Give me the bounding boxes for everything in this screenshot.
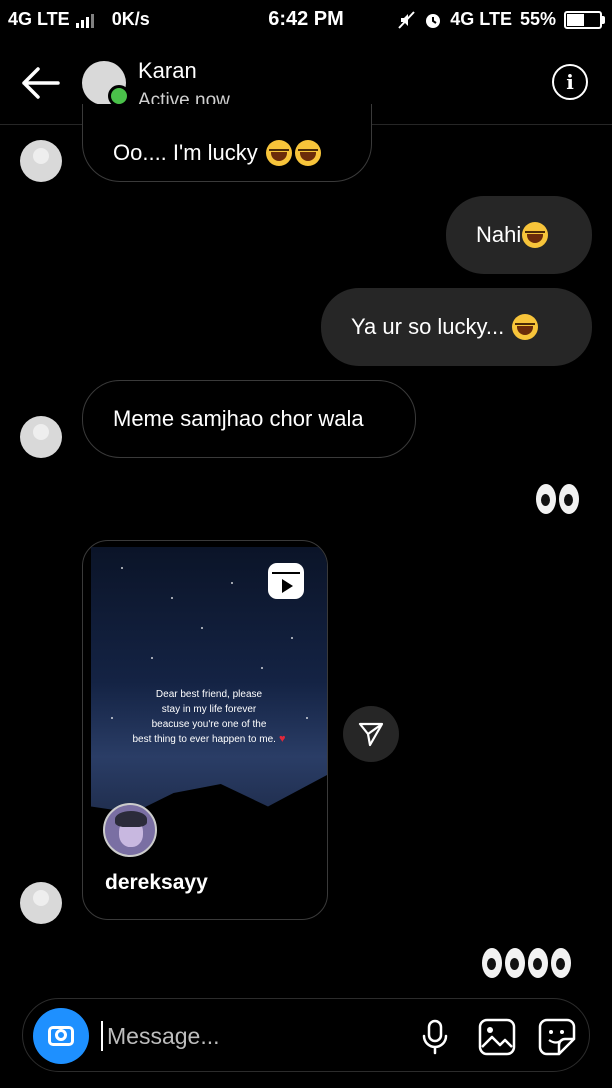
message-input[interactable] xyxy=(105,1017,369,1055)
reel-caption-line: stay in my life forever xyxy=(161,704,257,715)
reel-icon xyxy=(268,563,304,599)
back-arrow-icon[interactable] xyxy=(20,66,60,100)
alarm-icon xyxy=(426,13,441,28)
message-text: Meme samjhao chor wala xyxy=(113,406,364,431)
message-bubble-outgoing[interactable]: Nahi xyxy=(446,196,592,274)
reel-caption-line: best thing to ever happen to me. ♥ xyxy=(101,732,317,747)
status-right: 4G LTE 55% xyxy=(398,9,605,30)
message-text: Ya ur so lucky... xyxy=(351,314,505,339)
laughing-emoji-icon xyxy=(265,139,292,166)
message-text: Nahi xyxy=(476,222,522,247)
sender-avatar[interactable] xyxy=(20,416,62,458)
reel-author-username[interactable]: dereksayy xyxy=(105,871,208,895)
emoji-message-outgoing[interactable] xyxy=(482,948,574,983)
battery-icon xyxy=(564,10,605,29)
reel-caption-line: Dear best friend, please xyxy=(155,689,263,700)
network-label-right: 4G LTE xyxy=(450,9,512,29)
laughing-emoji-icon xyxy=(294,139,321,166)
reel-author-avatar[interactable] xyxy=(103,803,157,857)
message-bubble-incoming[interactable]: Oo.... I'm lucky xyxy=(82,104,372,182)
message-bubble-incoming[interactable]: Meme samjhao chor wala xyxy=(82,380,416,458)
eyes-emoji-icon xyxy=(559,484,579,514)
mute-icon xyxy=(398,10,416,29)
heart-emoji-icon: ♥ xyxy=(275,733,286,745)
eyes-emoji-icon xyxy=(505,948,525,978)
message-composer xyxy=(22,998,590,1072)
sender-avatar[interactable] xyxy=(20,882,62,924)
send-icon xyxy=(358,722,384,747)
battery-percent: 55% xyxy=(519,9,556,29)
share-reel-button[interactable] xyxy=(343,706,399,762)
sweat-smile-emoji-icon xyxy=(522,222,549,248)
gallery-icon[interactable] xyxy=(477,1017,517,1057)
sender-avatar[interactable] xyxy=(20,140,62,182)
avatar-hair xyxy=(115,811,147,827)
reel-caption-text: best thing to ever happen to me. xyxy=(132,734,276,745)
text-caret xyxy=(101,1021,103,1051)
camera-lens xyxy=(55,1029,67,1041)
eyes-emoji-icon xyxy=(536,484,556,514)
info-icon[interactable]: i xyxy=(552,64,588,100)
eyes-emoji-icon xyxy=(551,948,571,978)
contact-name[interactable]: Karan xyxy=(138,58,197,84)
reel-caption: Dear best friend, please stay in my life… xyxy=(101,687,317,747)
eyes-emoji-icon xyxy=(528,948,548,978)
laughing-emoji-icon xyxy=(512,314,539,340)
emoji-message-outgoing[interactable] xyxy=(536,484,582,519)
reel-caption-line: beacuse you're one of the xyxy=(151,719,267,730)
sticker-icon[interactable] xyxy=(537,1017,577,1057)
eyes-emoji-icon xyxy=(482,948,502,978)
shared-reel-card[interactable]: Dear best friend, please stay in my life… xyxy=(82,540,328,920)
contact-avatar[interactable] xyxy=(82,61,130,107)
microphone-icon[interactable] xyxy=(415,1017,455,1057)
status-bar: 4G LTE 0K/s 6:42 PM 4G LTE 55% xyxy=(0,0,612,40)
message-text: Oo.... I'm lucky xyxy=(113,139,258,165)
camera-button[interactable] xyxy=(33,1008,89,1064)
message-bubble-outgoing[interactable]: Ya ur so lucky... xyxy=(321,288,592,366)
